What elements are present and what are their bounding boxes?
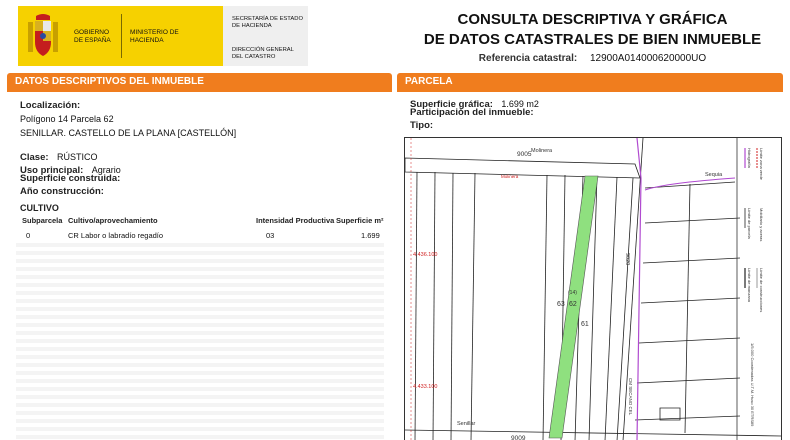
road-molinera	[405, 157, 641, 179]
section-underline-left	[7, 90, 392, 92]
participacion-label: Participación del inmueble:	[410, 107, 534, 118]
localizacion-label: Localización:	[20, 100, 81, 111]
legend-scale: 1/5.000 Coordenadas U.T.M. Huso 30 ETRS8…	[750, 343, 755, 427]
title-line-2: DE DATOS CATASTRALES DE BIEN INMUEBLE	[423, 31, 762, 48]
localizacion-line-2: SENILLAR. CASTELLO DE LA PLANA [CASTELLÓ…	[20, 128, 237, 138]
empty-table-area	[16, 243, 384, 440]
page-title: CONSULTA DESCRIPTIVA Y GRÁFICA DE DATOS …	[395, 10, 790, 50]
label-molinera-red: Molinera	[501, 174, 519, 179]
legend-limite-parcela: Límite de parcela	[747, 208, 752, 239]
right-blocks	[634, 181, 741, 434]
direccion-text: DIRECCIÓN GENERAL DEL CATASTRO	[232, 47, 294, 60]
cell-cultivo: CR Labor o labradío regadío	[68, 231, 164, 240]
label-parcel-61: 61	[581, 321, 589, 328]
section-title-parcela: PARCELA	[397, 73, 783, 90]
label-parcel-62: 62	[569, 301, 577, 308]
localizacion-line-1: Polígono 14 Parcela 62	[20, 114, 114, 124]
label-senillar: Senillar	[457, 421, 476, 427]
title-line-1: CONSULTA DESCRIPTIVA Y GRÁFICA	[457, 11, 728, 28]
ref-value: 12900A014000620000UO	[589, 53, 707, 64]
label-parcel-63: 63	[557, 301, 565, 308]
label-9020: 9020	[624, 253, 630, 265]
legend-hidrografia: Hidrografía	[747, 148, 752, 169]
label-9005: 9005	[517, 151, 532, 158]
legend-limite-zona: Límite zona verde	[759, 148, 764, 181]
legend-manzana: Límite de manzana	[747, 268, 752, 303]
ref-label: Referencia catastral:	[478, 53, 578, 64]
legend-mobiliario: Mobiliario y aceras	[759, 208, 764, 241]
cadastral-reference: Referencia catastral: 12900A014000620000…	[395, 53, 790, 64]
secretaria-text: SECRETARÍA DE ESTADO DE HACIENDA	[232, 16, 303, 29]
label-coord-1: 4.436.100	[413, 252, 437, 258]
label-sequia: Sequia	[705, 172, 723, 178]
cell-superficie: 1.699	[361, 231, 380, 240]
label-parcel-62-polygon: (14)	[568, 290, 577, 296]
cultivo-table-header: Subparcela Cultivo/aprovechamiento Inten…	[16, 213, 384, 227]
cell-subparcela: 0	[26, 231, 31, 240]
hydrography-line	[636, 138, 642, 440]
label-9009: 9009	[511, 435, 526, 440]
col-intensidad: Intensidad Productiva	[256, 216, 335, 225]
logo-divider	[121, 14, 122, 58]
cadastral-map[interactable]: 9005 Molinera Molinera Sequia 4.436.100 …	[404, 137, 782, 440]
label-molinera: Molinera	[531, 148, 553, 154]
cultivo-title: CULTIVO	[20, 203, 59, 213]
coat-of-arms-icon	[28, 14, 58, 56]
section-underline-right	[397, 90, 783, 92]
section-title-descriptive: DATOS DESCRIPTIVOS DEL INMUEBLE	[7, 73, 392, 90]
label-coord-2: 4.433.100	[413, 384, 437, 390]
table-row: 0 CR Labor o labradío regadío 03 1.699	[16, 228, 384, 242]
ano-construccion-label: Año construcción:	[20, 186, 104, 197]
map-legend: Hidrografía Límite zona verde Límite de …	[744, 148, 764, 427]
map-svg: 9005 Molinera Molinera Sequia 4.436.100 …	[405, 138, 781, 440]
gov-name-text: GOBIERNO DE ESPAÑA	[74, 29, 111, 44]
col-superficie: Superficie m²	[336, 216, 384, 225]
ministry-text: MINISTERIO DE HACIENDA	[130, 29, 179, 44]
col-subparcela: Subparcela	[22, 216, 63, 225]
superficie-construida-label: Superficie construida:	[20, 173, 121, 184]
legend-construcciones: Límite de construcciones	[759, 268, 764, 312]
col-cultivo: Cultivo/aprovechamiento	[68, 216, 158, 225]
tipo-label: Tipo:	[410, 120, 434, 131]
label-vertical-road: CM SECANO CEL	[628, 378, 633, 416]
government-logo: GOBIERNO DE ESPAÑA MINISTERIO DE HACIEND…	[18, 6, 308, 66]
cell-intensidad: 03	[266, 231, 275, 240]
